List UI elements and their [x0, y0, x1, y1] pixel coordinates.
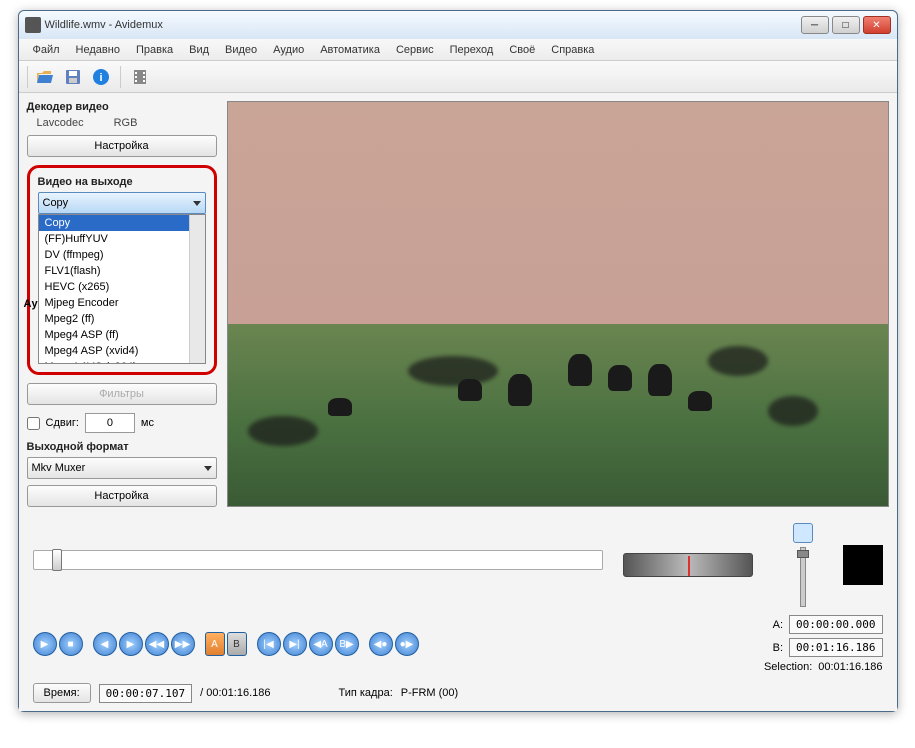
next-black-button[interactable]: ●▶: [395, 632, 419, 656]
dropdown-option[interactable]: Copy: [39, 215, 189, 231]
sidebar: Декодер видео Lavcodec RGB Настройка Вид…: [27, 101, 217, 507]
dropdown-option[interactable]: (FF)HuffYUV: [39, 231, 189, 247]
time-button[interactable]: Время:: [33, 683, 91, 703]
audio-prefix: Ау: [24, 298, 38, 310]
output-format-value: Mkv Muxer: [32, 462, 86, 474]
chevron-down-icon: [193, 201, 201, 206]
menu-video[interactable]: Видео: [217, 41, 265, 59]
menu-go[interactable]: Переход: [442, 41, 502, 59]
set-marker-b-button[interactable]: B: [227, 632, 247, 656]
video-output-dropdown: Copy (FF)HuffYUV DV (ffmpeg) FLV1(flash)…: [38, 214, 206, 364]
minimize-button[interactable]: ─: [801, 16, 829, 34]
video-output-highlight: Видео на выходе Copy Copy (FF)HuffYUV DV…: [27, 165, 217, 375]
goto-end-button[interactable]: ▶|: [283, 632, 307, 656]
output-format-title: Выходной формат: [27, 441, 217, 453]
dropdown-option[interactable]: FLV1(flash): [39, 263, 189, 279]
a-time[interactable]: 00:00:00.000: [789, 615, 882, 634]
menu-custom[interactable]: Своё: [501, 41, 543, 59]
jog-wheel[interactable]: [623, 553, 753, 577]
timeline-slider[interactable]: [33, 550, 603, 570]
menu-edit[interactable]: Правка: [128, 41, 181, 59]
shift-label: Сдвиг:: [46, 417, 79, 429]
video-output-title: Видео на выходе: [38, 176, 206, 188]
goto-start-button[interactable]: |◀: [257, 632, 281, 656]
video-output-selected: Copy: [43, 197, 69, 209]
close-button[interactable]: ✕: [863, 16, 891, 34]
decoder-name: Lavcodec: [37, 117, 84, 129]
video-preview[interactable]: [227, 101, 889, 507]
svg-text:i: i: [99, 72, 102, 84]
bottom-panel: ▶ ■ ◀ ▶ ◀◀ ▶▶ A B |◀ ▶| ◀A B▶ ◀● ●▶: [19, 515, 897, 711]
set-marker-a-button[interactable]: A: [205, 632, 225, 656]
decoder-title: Декодер видео: [27, 101, 217, 113]
dropdown-option[interactable]: Mjpeg Encoder: [39, 295, 189, 311]
volume-icon[interactable]: [793, 523, 813, 543]
video-area: [227, 101, 889, 507]
dropdown-option[interactable]: HEVC (x265): [39, 279, 189, 295]
menu-auto[interactable]: Автоматика: [312, 41, 388, 59]
open-icon[interactable]: [34, 66, 56, 88]
film-icon[interactable]: [129, 66, 151, 88]
ab-panel: A: 00:00:00.000 B: 00:01:16.186 Selectio…: [764, 615, 883, 673]
menu-view[interactable]: Вид: [181, 41, 217, 59]
next-keyframe-button[interactable]: ▶▶: [171, 632, 195, 656]
current-time[interactable]: 00:00:07.107: [99, 684, 192, 703]
dropdown-scrollbar[interactable]: [189, 215, 205, 363]
app-window: Wildlife.wmv - Avidemux ─ □ ✕ Файл Недав…: [18, 10, 898, 712]
dropdown-option[interactable]: Mpeg4 ASP (xvid4): [39, 343, 189, 359]
volume-slider[interactable]: [800, 547, 806, 607]
transport-controls: ▶ ■ ◀ ▶ ◀◀ ▶▶ A B |◀ ▶| ◀A B▶ ◀● ●▶: [33, 632, 419, 656]
goto-marker-b-button[interactable]: B▶: [335, 632, 359, 656]
dropdown-option[interactable]: DV (ffmpeg): [39, 247, 189, 263]
shift-checkbox[interactable]: [27, 417, 40, 430]
shift-unit: мс: [141, 417, 154, 429]
save-icon[interactable]: [62, 66, 84, 88]
dropdown-option[interactable]: Mpeg2 (ff): [39, 311, 189, 327]
menu-bar: Файл Недавно Правка Вид Видео Аудио Авто…: [19, 39, 897, 61]
info-icon[interactable]: i: [90, 66, 112, 88]
play-button[interactable]: ▶: [33, 632, 57, 656]
timeline-thumb[interactable]: [52, 549, 62, 571]
toolbar: i: [19, 61, 897, 93]
prev-frame-button[interactable]: ◀: [93, 632, 117, 656]
total-time: / 00:01:16.186: [200, 687, 270, 699]
menu-file[interactable]: Файл: [25, 41, 68, 59]
menu-audio[interactable]: Аудио: [265, 41, 312, 59]
menu-help[interactable]: Справка: [543, 41, 602, 59]
chevron-down-icon: [204, 466, 212, 471]
decoder-config-button[interactable]: Настройка: [27, 135, 217, 157]
decoder-color: RGB: [114, 117, 138, 129]
dropdown-option[interactable]: Mpeg4 ASP (ff): [39, 327, 189, 343]
filters-button[interactable]: Фильтры: [27, 383, 217, 405]
b-time[interactable]: 00:01:16.186: [789, 638, 882, 657]
app-icon: [25, 17, 41, 33]
title-bar[interactable]: Wildlife.wmv - Avidemux ─ □ ✕: [19, 11, 897, 39]
stop-button[interactable]: ■: [59, 632, 83, 656]
video-output-combo[interactable]: Copy: [38, 192, 206, 214]
preview-thumbnail: [843, 545, 883, 585]
maximize-button[interactable]: □: [832, 16, 860, 34]
window-title: Wildlife.wmv - Avidemux: [45, 19, 801, 31]
prev-black-button[interactable]: ◀●: [369, 632, 393, 656]
prev-keyframe-button[interactable]: ◀◀: [145, 632, 169, 656]
next-frame-button[interactable]: ▶: [119, 632, 143, 656]
a-label: A:: [773, 619, 783, 631]
b-label: B:: [773, 642, 783, 654]
output-config-button[interactable]: Настройка: [27, 485, 217, 507]
menu-tools[interactable]: Сервис: [388, 41, 442, 59]
output-format-combo[interactable]: Mkv Muxer: [27, 457, 217, 479]
frame-type: P-FRM (00): [401, 687, 458, 699]
goto-marker-a-button[interactable]: ◀A: [309, 632, 333, 656]
selection-time: 00:01:16.186: [818, 661, 882, 673]
shift-value-input[interactable]: 0: [85, 413, 135, 433]
dropdown-option[interactable]: Mpeg4 AVC (x264): [39, 359, 189, 364]
frame-type-label: Тип кадра:: [338, 687, 392, 699]
menu-recent[interactable]: Недавно: [68, 41, 128, 59]
selection-label: Selection:: [764, 661, 812, 673]
